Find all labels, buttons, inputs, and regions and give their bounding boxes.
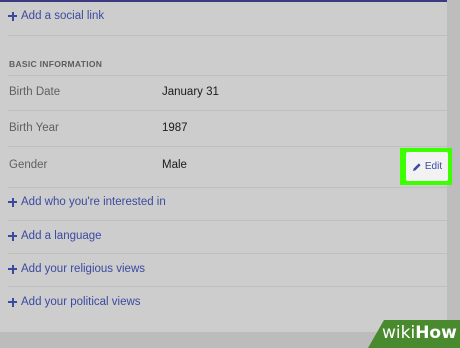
add-interested-in-link[interactable]: Add who you're interested in: [8, 193, 166, 211]
plus-icon: [8, 197, 17, 207]
add-social-link[interactable]: Add a social link: [8, 7, 104, 25]
add-language-label: Add a language: [21, 230, 102, 242]
plus-icon: [8, 11, 17, 21]
pencil-icon: [412, 162, 421, 171]
watermark-wiki: wiki: [382, 323, 416, 343]
divider: [8, 187, 448, 188]
add-political-views-label: Add your political views: [21, 296, 141, 308]
divider: [8, 146, 448, 147]
add-social-link-label: Add a social link: [21, 10, 105, 22]
gender-value: Male: [162, 159, 187, 171]
birth-year-value: 1987: [162, 122, 188, 134]
divider: [8, 253, 448, 254]
divider: [8, 110, 448, 111]
wikihow-watermark: wikiHow: [368, 320, 460, 348]
watermark-how: How: [415, 323, 457, 343]
edit-label: Edit: [424, 161, 443, 172]
edit-gender-button[interactable]: Edit: [406, 152, 448, 181]
divider: [8, 220, 448, 221]
add-language-link[interactable]: Add a language: [8, 227, 102, 245]
add-religious-views-link[interactable]: Add your religious views: [8, 260, 145, 278]
section-heading: BASIC INFORMATION: [9, 59, 103, 69]
plus-icon: [8, 297, 17, 307]
gender-label: Gender: [9, 159, 48, 171]
profile-about-panel: [0, 0, 447, 332]
divider: [8, 75, 448, 76]
top-border: [0, 0, 447, 2]
add-interested-in-label: Add who you're interested in: [21, 196, 166, 208]
watermark-text: wikiHow: [382, 323, 457, 343]
plus-icon: [8, 264, 17, 274]
divider: [8, 286, 448, 287]
add-political-views-link[interactable]: Add your political views: [8, 293, 141, 311]
birth-date-label: Birth Date: [9, 86, 61, 98]
birth-year-label: Birth Year: [9, 122, 59, 134]
plus-icon: [8, 231, 17, 241]
birth-date-value: January 31: [162, 86, 219, 98]
add-religious-views-label: Add your religious views: [21, 263, 146, 275]
divider: [8, 35, 448, 36]
